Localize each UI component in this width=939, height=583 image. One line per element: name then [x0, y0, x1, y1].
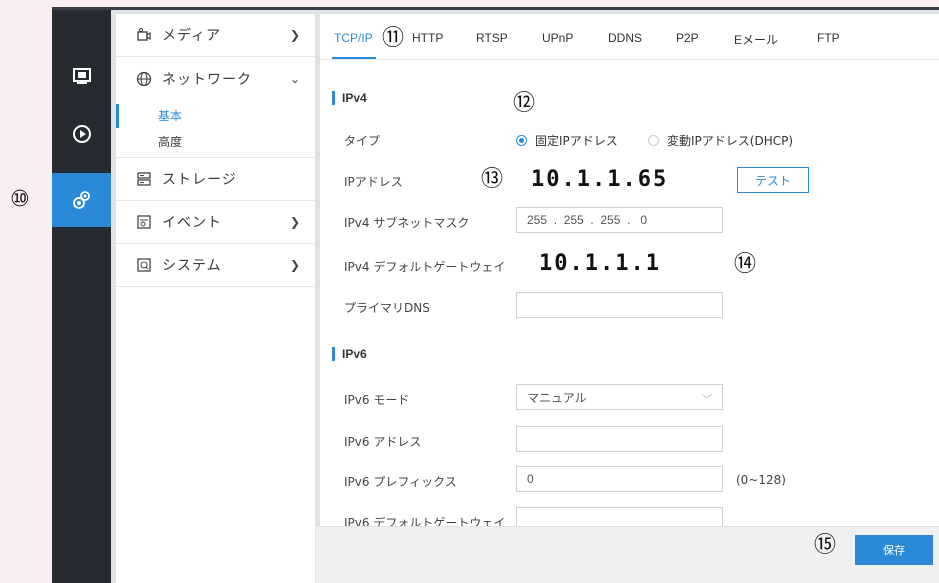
sidebar-subitem-advanced[interactable]: 高度	[116, 130, 316, 154]
footer-bar	[316, 526, 939, 583]
camera-icon	[136, 27, 152, 43]
ipv6-prefix-field[interactable]: 0	[516, 466, 723, 492]
radio-dhcp-label: 変動IPアドレス(DHCP)	[667, 134, 794, 148]
callout-12: ⑫	[513, 91, 536, 116]
tab-bar: TCP/IP HTTP RTSP UPnP DDNS P2P Eメール FTP	[320, 14, 939, 60]
chevron-down-icon: ﹀	[702, 395, 712, 406]
ip-address-field[interactable]: 10.1.1.65	[516, 166, 723, 192]
system-icon	[136, 257, 152, 273]
globe-icon	[136, 71, 152, 87]
ipv6-prefix-label: IPv6 プレフィックス	[344, 475, 457, 489]
radio-static-ip[interactable]: 固定IPアドレス	[516, 132, 618, 149]
ip-address-label: IPアドレス	[344, 175, 403, 189]
left-icon-bar	[52, 10, 111, 583]
radio-dhcp[interactable]: 変動IPアドレス(DHCP)	[648, 132, 793, 149]
ipv4-gateway-value: 10.1.1.1	[539, 251, 661, 276]
tab-ftp[interactable]: FTP	[817, 31, 840, 45]
sidebar-item-label: イベント	[162, 215, 222, 231]
sidebar-item-label: システム	[162, 258, 222, 274]
active-tab-indicator	[332, 57, 376, 59]
main-panel: TCP/IP HTTP RTSP UPnP DDNS P2P Eメール FTP …	[320, 14, 939, 583]
tab-upnp[interactable]: UPnP	[542, 31, 573, 45]
radio-static-label: 固定IPアドレス	[535, 134, 618, 148]
tab-ddns[interactable]: DDNS	[608, 31, 642, 45]
sidebar-item-media[interactable]: メディア ❯	[116, 14, 316, 57]
tab-http[interactable]: HTTP	[412, 31, 443, 45]
ip-address-value: 10.1.1.65	[531, 167, 669, 192]
ipv6-address-label: IPv6 アドレス	[344, 435, 422, 449]
sidebar-item-storage[interactable]: ストレージ	[116, 158, 316, 201]
callout-11: ⑪	[382, 26, 405, 51]
monitor-icon[interactable]	[52, 60, 111, 92]
tab-p2p[interactable]: P2P	[676, 31, 699, 45]
storage-icon	[136, 171, 152, 187]
chevron-down-icon: ⌄	[289, 71, 301, 86]
sidebar-item-network[interactable]: ネットワーク ⌄	[116, 57, 316, 100]
callout-10: ⑩	[10, 187, 30, 212]
tab-tcpip[interactable]: TCP/IP	[334, 31, 373, 45]
subnet-mask-field[interactable]: 255 . 255 . 255 . 0	[516, 207, 723, 233]
primary-dns-label: プライマリDNS	[344, 301, 430, 315]
ipv6-mode-select[interactable]: マニュアル ﹀	[516, 384, 723, 410]
section-title-ipv6: IPv6	[332, 347, 367, 361]
tab-email[interactable]: Eメール	[734, 31, 778, 48]
ipv6-mode-value: マニュアル	[527, 390, 587, 405]
save-button[interactable]: 保存	[855, 535, 933, 565]
sidebar-subitem-basic[interactable]: 基本	[116, 104, 316, 128]
play-icon[interactable]	[52, 118, 111, 150]
primary-dns-field[interactable]	[516, 292, 723, 318]
section-title-ipv4: IPv4	[332, 91, 367, 105]
radio-unselected-icon	[648, 135, 659, 146]
ipv6-prefix-range: (0~128)	[736, 473, 786, 487]
sidebar-item-system[interactable]: システム ❯	[116, 244, 316, 287]
radio-selected-icon	[516, 135, 527, 146]
sidebar-item-event[interactable]: イベント ❯	[116, 201, 316, 244]
chevron-right-icon: ❯	[289, 28, 301, 42]
type-label: タイプ	[344, 134, 381, 148]
ipv6-mode-label: IPv6 モード	[344, 393, 410, 407]
chevron-right-icon: ❯	[289, 258, 301, 272]
sidebar-item-label: ストレージ	[162, 172, 237, 188]
ipv4-gateway-label: IPv4 デフォルトゲートウェイ	[344, 260, 506, 274]
sidebar-item-label: ネットワーク	[162, 71, 252, 88]
ipv6-address-field[interactable]	[516, 426, 723, 452]
event-icon	[136, 214, 152, 230]
tab-rtsp[interactable]: RTSP	[476, 31, 508, 45]
sidebar-item-label: メディア	[162, 28, 222, 44]
callout-14: ⑭	[734, 252, 757, 277]
test-button[interactable]: テスト	[737, 167, 809, 193]
callout-13: ⑬	[481, 167, 504, 192]
subnet-mask-label: IPv4 サブネットマスク	[344, 216, 470, 230]
chevron-right-icon: ❯	[289, 215, 301, 229]
ipv4-gateway-field[interactable]: 10.1.1.1	[516, 250, 723, 276]
callout-15: ⑮	[814, 533, 837, 558]
settings-sidebar: メディア ❯ ネットワーク ⌄ 基本 高度 ストレージ イベント ❯ システム …	[116, 14, 316, 583]
settings-icon[interactable]	[52, 173, 111, 227]
